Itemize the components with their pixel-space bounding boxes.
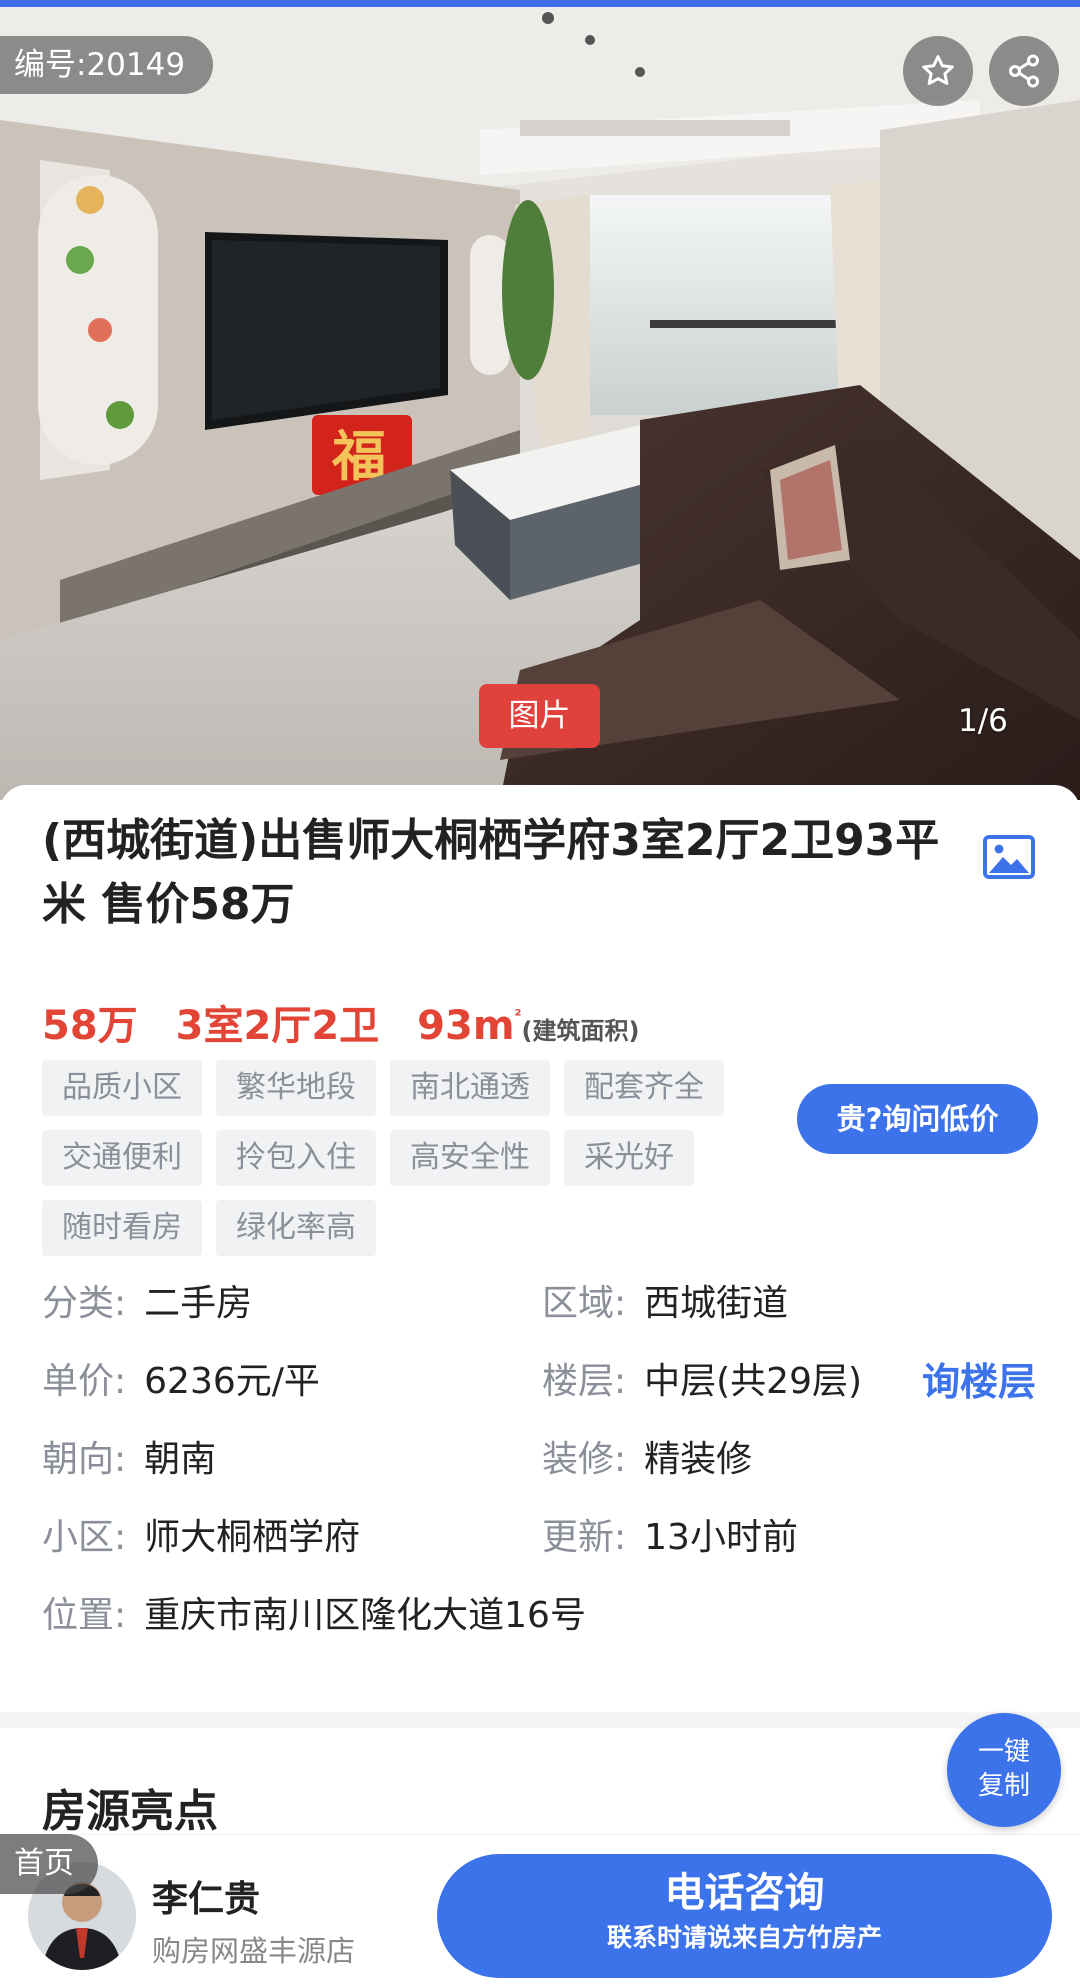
photo-counter: 1/6: [958, 703, 1008, 739]
tag: 繁华地段: [216, 1060, 376, 1116]
one-click-copy-button[interactable]: 一键 复制: [947, 1713, 1061, 1827]
call-label: 电话咨询: [664, 1870, 825, 1916]
living-room-photo: 福: [0, 0, 1080, 800]
key-facts: 58万 3室2厅2卫 93m ² (建筑面积): [42, 993, 639, 1051]
image-album-icon[interactable]: [983, 835, 1035, 879]
home-button[interactable]: 首页: [0, 1834, 98, 1894]
tag: 随时看房: [42, 1200, 202, 1256]
favorite-button[interactable]: [903, 36, 973, 106]
floor-area: 93m: [417, 1003, 515, 1049]
tag: 交通便利: [42, 1130, 202, 1186]
room-layout: 3室2厅2卫: [175, 1003, 380, 1049]
ask-floor-link[interactable]: 询楼层: [922, 1356, 1036, 1408]
section-divider: [0, 1712, 1080, 1728]
listing-card: (西城街道)出售师大桐栖学府3室2厅2卫93平米 售价58万 58万 3室2厅2…: [0, 785, 1080, 1837]
detail-updated: 更新: 13小时前: [542, 1517, 798, 1558]
phone-consult-button[interactable]: 电话咨询 联系时请说来自方竹房产: [437, 1854, 1052, 1978]
price: 58万: [42, 1003, 138, 1049]
detail-decoration: 装修: 精装修: [542, 1439, 753, 1480]
detail-orientation: 朝向: 朝南: [42, 1439, 217, 1480]
area-note: (建筑面积): [521, 1017, 640, 1045]
ask-low-price-button[interactable]: 贵?询问低价: [797, 1084, 1038, 1154]
listing-page: 福 编号:20149 图片 1/6 (西城街道)出售师大桐栖学府3室2厅2卫93…: [0, 0, 1080, 1987]
detail-location: 位置: 重庆市南川区隆化大道16号: [42, 1595, 586, 1636]
area-unit-superscript: ²: [514, 1006, 522, 1025]
star-icon: [922, 55, 954, 85]
agent-name: 李仁贵: [152, 1879, 261, 1920]
tag: 高安全性: [390, 1130, 550, 1186]
share-button[interactable]: [989, 36, 1059, 106]
highlights-heading: 房源亮点: [42, 1786, 218, 1837]
photo-gallery[interactable]: 福 编号:20149 图片 1/6: [0, 0, 1080, 800]
agent-shop: 购房网盛丰源店: [152, 1934, 356, 1968]
feature-tags: 品质小区 繁华地段 南北通透 配套齐全 交通便利 拎包入住 高安全性 采光好 随…: [42, 1060, 762, 1270]
detail-category: 分类: 二手房: [42, 1283, 253, 1324]
call-sublabel: 联系时请说来自方竹房产: [606, 1923, 882, 1952]
detail-floor: 楼层: 中层(共29层): [542, 1361, 863, 1402]
share-icon: [1009, 54, 1039, 88]
photo-tab[interactable]: 图片: [479, 684, 600, 748]
tag: 品质小区: [42, 1060, 202, 1116]
detail-region: 区域: 西城街道: [542, 1283, 789, 1324]
tag: 拎包入住: [216, 1130, 376, 1186]
tag: 配套齐全: [564, 1060, 724, 1116]
top-accent-bar: [0, 0, 1080, 7]
detail-unit-price: 单价: 6236元/平: [42, 1361, 320, 1402]
listing-number-badge: 编号:20149: [0, 36, 214, 94]
tag: 南北通透: [390, 1060, 550, 1116]
listing-title: (西城街道)出售师大桐栖学府3室2厅2卫93平米 售价58万: [42, 815, 940, 930]
tag: 绿化率高: [216, 1200, 376, 1256]
tag: 采光好: [564, 1130, 694, 1186]
detail-community: 小区: 师大桐栖学府: [42, 1517, 361, 1558]
